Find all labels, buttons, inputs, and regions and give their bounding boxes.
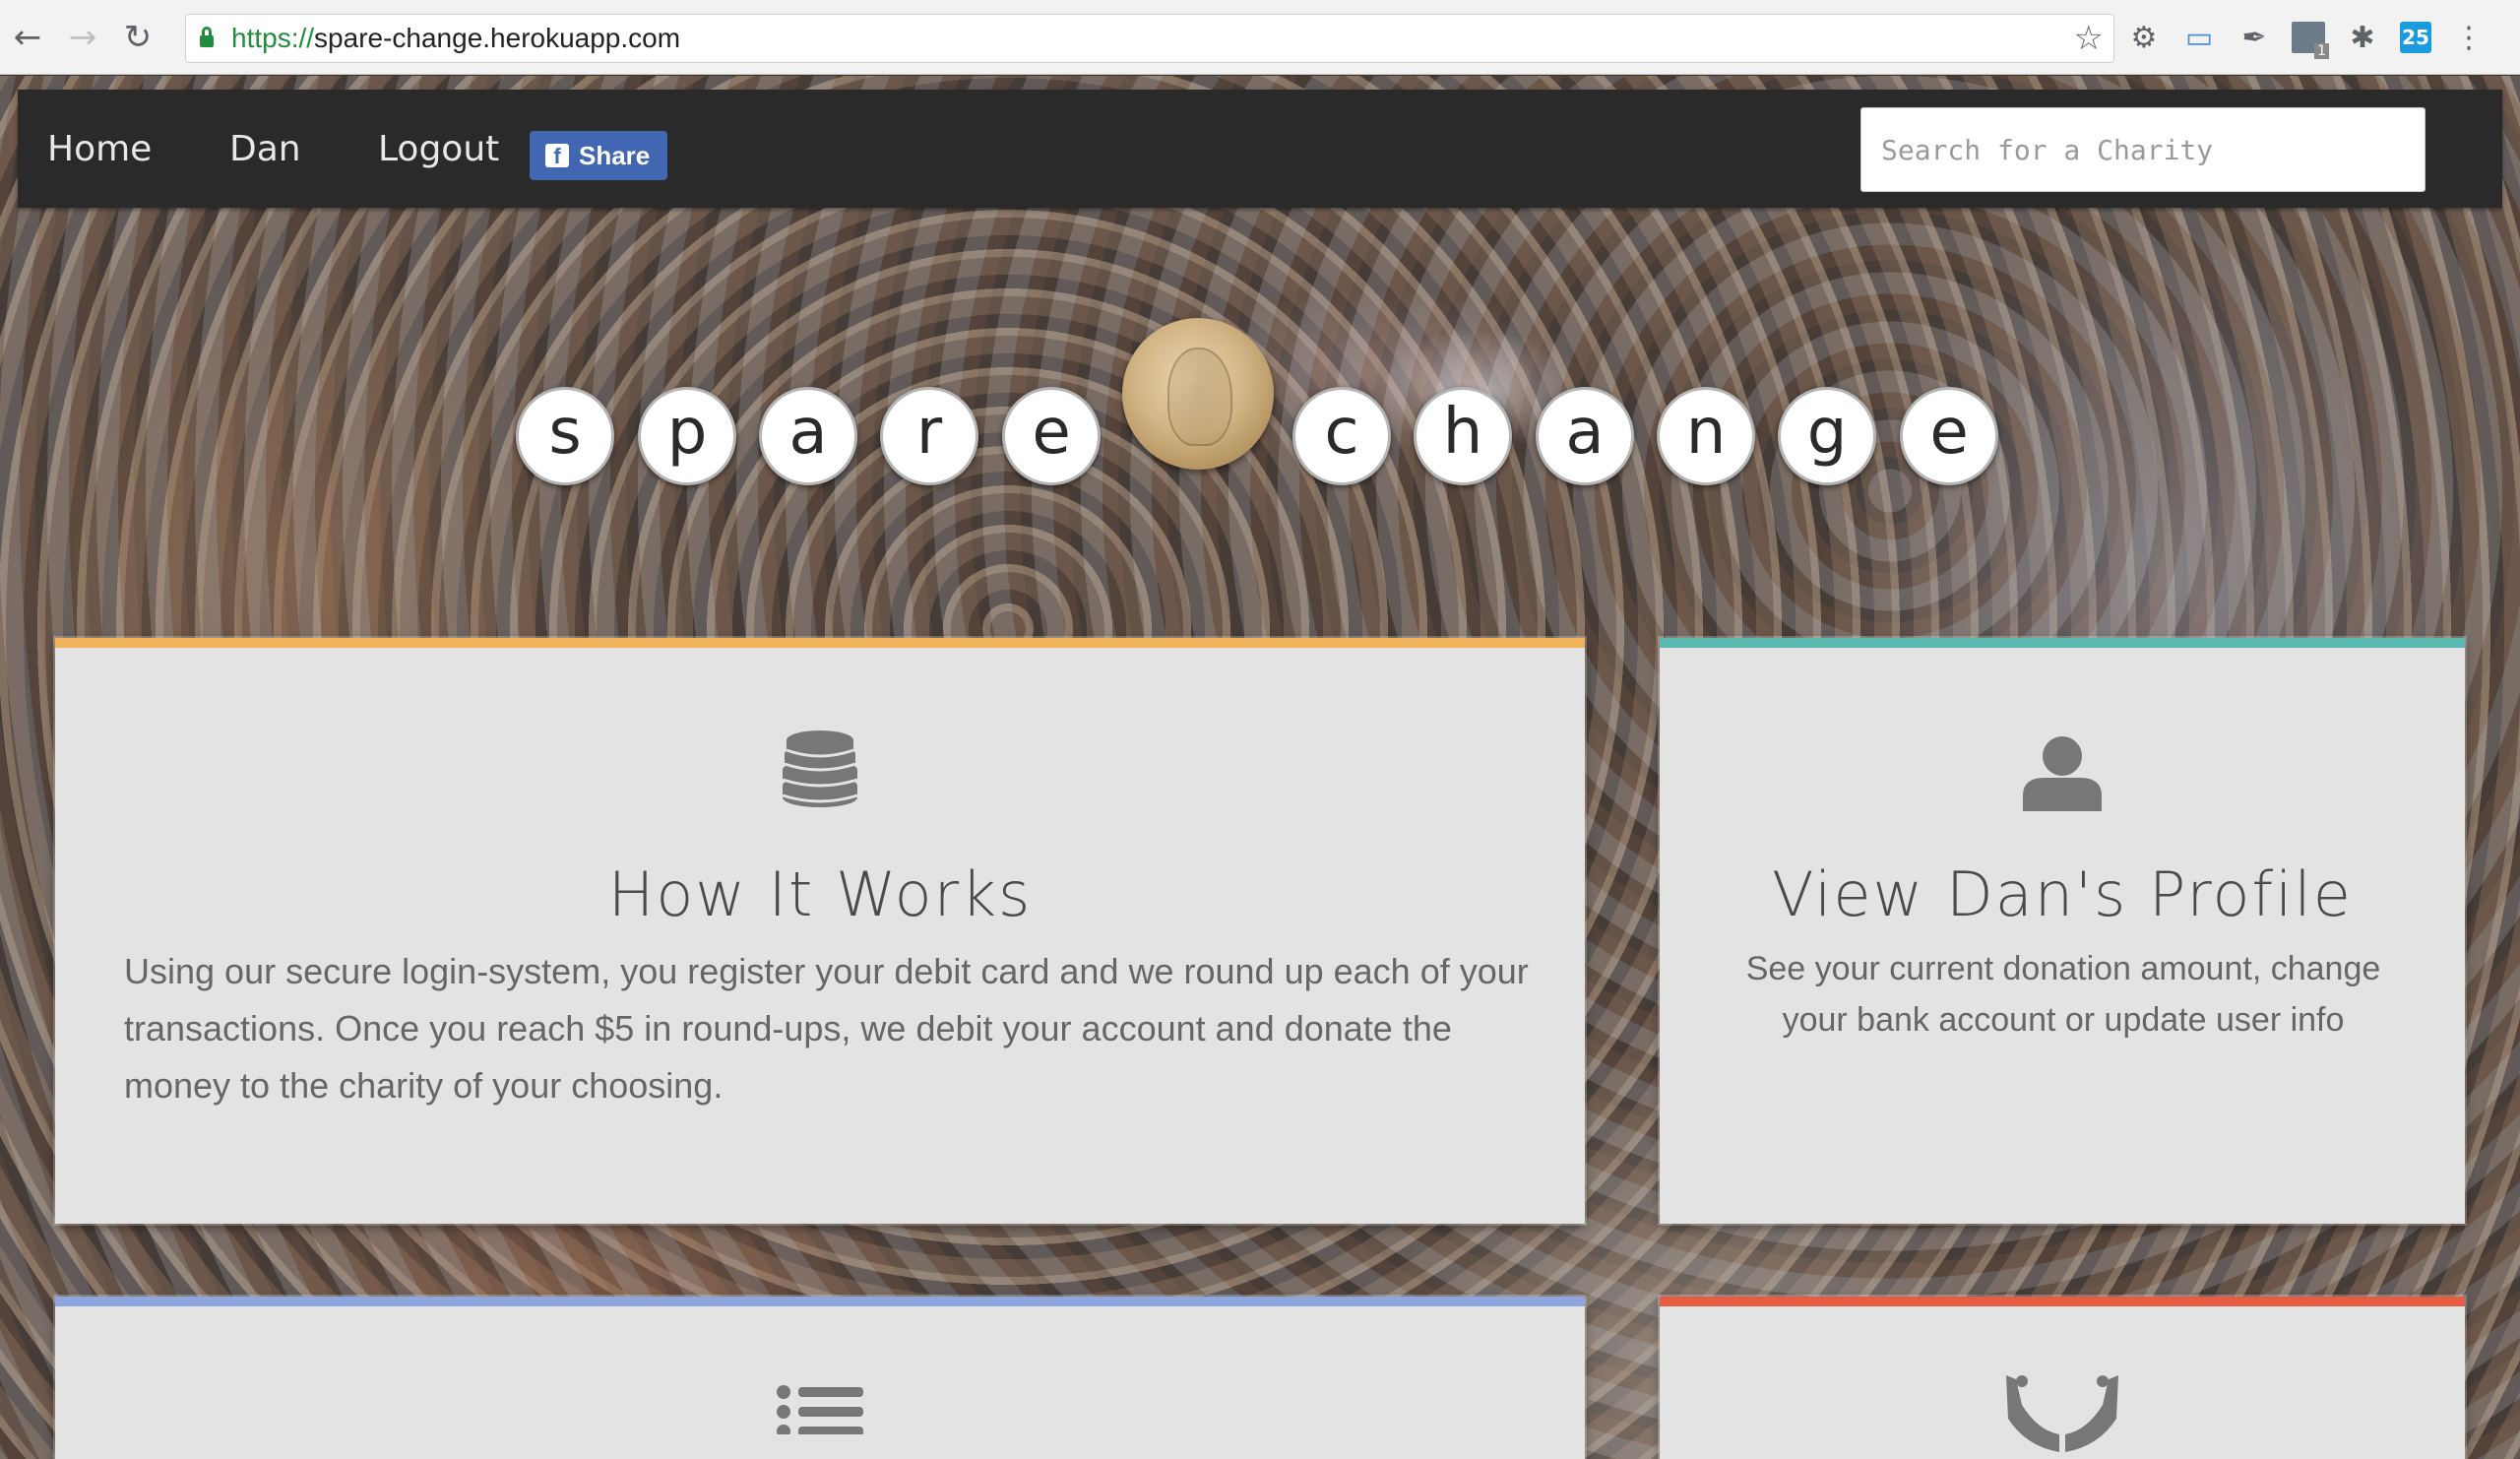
page-background: Home Dan Logout f Share s p a r e c h a … — [0, 76, 2520, 1459]
how-it-works-card[interactable]: How It Works Using our secure login-syst… — [55, 638, 1585, 1224]
lock-icon — [200, 27, 214, 47]
cast-icon[interactable]: ▭ — [2181, 20, 2217, 55]
reload-icon[interactable]: ↻ — [110, 0, 165, 75]
card-title: How It Works — [607, 858, 1033, 930]
logo-letter: g — [1778, 387, 1876, 485]
donate-card[interactable] — [1660, 1297, 2465, 1459]
bug-icon[interactable]: ✱ — [2345, 20, 2380, 55]
card-description: Using our secure login-system, you regis… — [124, 951, 1529, 1106]
logo-letter: s — [516, 387, 614, 485]
browser-toolbar: ← → ↻ https://spare-change.herokuapp.com… — [0, 0, 2520, 75]
logo-letter: a — [1536, 387, 1634, 485]
logo-letter: p — [638, 387, 736, 485]
forward-icon[interactable]: → — [55, 0, 110, 75]
window-extension-icon[interactable] — [2292, 22, 2329, 59]
list-icon — [777, 1385, 863, 1434]
extension-icons: ⚙ ▭ ✒ ✱ 25 ⋮ — [2126, 0, 2487, 75]
address-bar[interactable]: https://spare-change.herokuapp.com ☆ — [185, 14, 2114, 63]
logo-letter: e — [1900, 387, 1998, 485]
url-host: spare-change.herokuapp.com — [314, 23, 681, 53]
logo-letter: n — [1657, 387, 1755, 485]
hands-icon — [2006, 1375, 2118, 1452]
spare-change-logo: s p a r e c h a n g e — [0, 76, 2520, 489]
logo-letter: a — [759, 387, 857, 485]
card-description: See your current donation amount, change… — [1745, 950, 2381, 1039]
user-icon — [2023, 736, 2102, 811]
logo-letter: h — [1414, 387, 1512, 485]
card-title: View Dan's Profile — [1772, 858, 2353, 930]
logo-letter: e — [1002, 387, 1101, 485]
view-profile-card[interactable]: View Dan's Profile See your current dona… — [1660, 638, 2465, 1224]
penny-coin-icon — [1122, 318, 1274, 470]
menu-kebab-icon[interactable]: ⋮ — [2451, 20, 2487, 55]
coins-icon — [782, 730, 858, 807]
url-scheme: https:// — [231, 23, 315, 53]
calendar-extension-icon[interactable]: 25 — [2400, 22, 2431, 53]
charities-list-card[interactable] — [55, 1297, 1585, 1459]
eyedropper-icon[interactable]: ✒ — [2236, 20, 2272, 55]
bookmark-star-icon[interactable]: ☆ — [2074, 19, 2104, 58]
logo-letter: r — [880, 387, 978, 485]
back-icon[interactable]: ← — [0, 0, 55, 75]
logo-letter: c — [1292, 387, 1391, 485]
settings-gear-icon[interactable]: ⚙ — [2126, 20, 2162, 55]
